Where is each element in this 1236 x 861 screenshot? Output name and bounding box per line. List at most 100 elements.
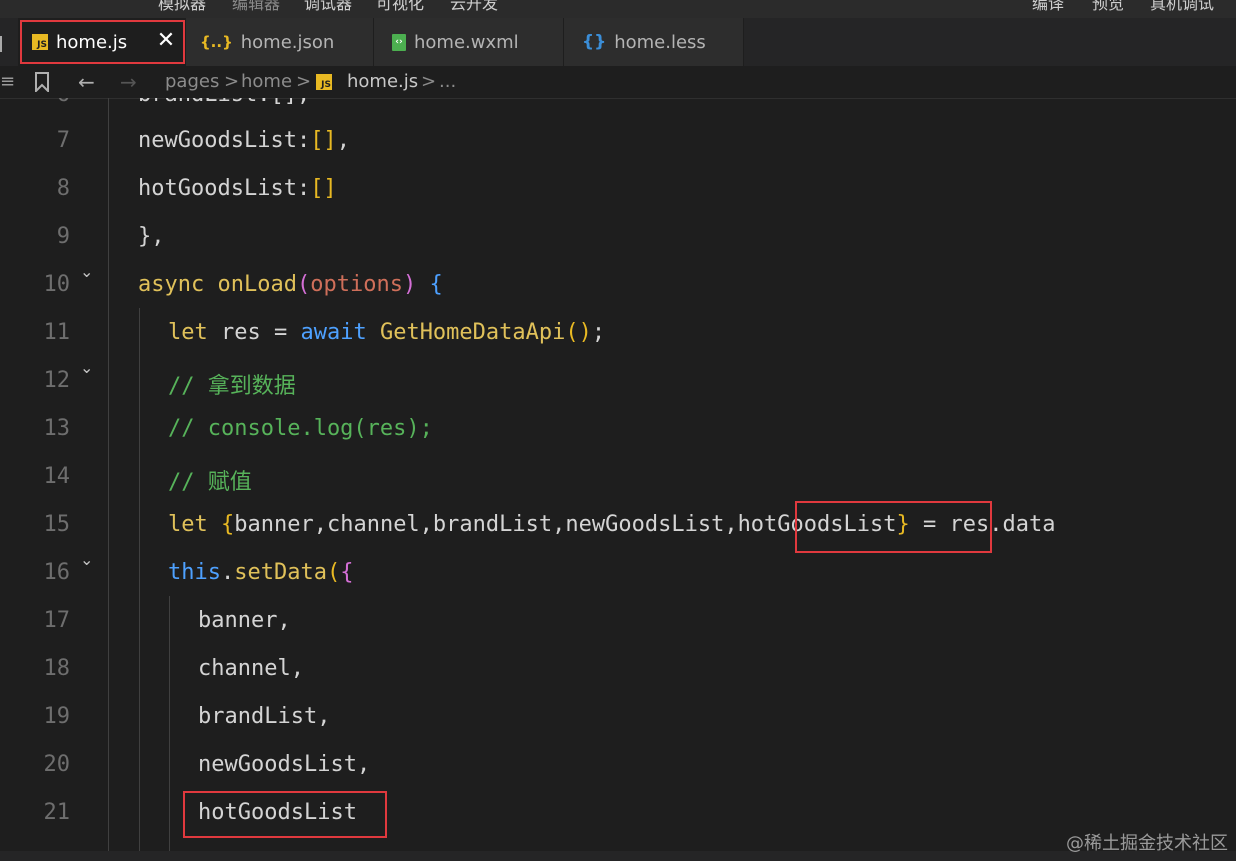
code-line-11: let res = await GetHomeDataApi(); (168, 320, 605, 345)
code-token: GetHomeDataApi (379, 320, 566, 345)
code-token: . (220, 560, 235, 585)
code-line-15: let {banner,channel,brandList,newGoodsLi… (168, 512, 1055, 537)
code-token: ( (296, 272, 311, 297)
code-line-20: newGoodsList, (198, 752, 371, 777)
line-number: 6 (0, 98, 70, 107)
code-token: { (340, 560, 354, 585)
menu-compile[interactable]: 编译 (1032, 0, 1064, 14)
code-line-16: this.setData({ (168, 560, 353, 585)
line-number: 18 (43, 656, 71, 681)
code-line-21: hotGoodsList (198, 800, 357, 825)
code-token: this (168, 560, 221, 585)
line-number: 10 (43, 272, 71, 297)
menu-lines-icon[interactable]: ≡ (0, 69, 15, 95)
breadcrumb-ellipsis[interactable]: ... (439, 69, 456, 95)
tab-label: home.less (614, 31, 706, 53)
breadcrumb-separator: > (421, 71, 437, 92)
tab-home-wxml[interactable]: ‹› home.wxml (374, 18, 564, 66)
code-token: [] (310, 176, 337, 201)
code-line-17: banner, (198, 608, 291, 633)
indent-guide (169, 596, 170, 861)
forward-arrow-icon[interactable]: → (120, 69, 137, 95)
fold-chevron-icon[interactable]: ⌄ (80, 550, 93, 569)
line-number: 8 (56, 176, 70, 201)
tab-label: home.json (240, 31, 335, 53)
line-number: 12 (43, 368, 71, 393)
tab-home-less[interactable]: {} home.less (564, 18, 744, 66)
tab-label: home.js (56, 31, 128, 53)
code-token: ) (402, 272, 417, 297)
less-braces-icon: {} (582, 32, 607, 52)
line-number: 13 (43, 416, 71, 441)
line-number: 19 (43, 704, 71, 729)
js-file-icon: JS (32, 34, 48, 50)
menu-debugger[interactable]: 调试器 (304, 0, 352, 14)
code-token: await (300, 320, 367, 345)
code-line-14: // 赋值 (168, 470, 252, 495)
code-token: res = (207, 320, 301, 345)
code-token: , (336, 128, 350, 153)
code-token: ; (591, 320, 606, 345)
code-token: let (168, 320, 208, 345)
code-editor[interactable]: 6 7 8 9 10 11 12 13 14 15 16 17 18 19 20… (0, 98, 1236, 861)
code-token: onLoad (217, 272, 297, 297)
code-line-8: hotGoodsList:[] (138, 176, 337, 201)
line-number: 9 (56, 224, 70, 249)
code-token: setData (234, 560, 327, 585)
fold-chevron-icon[interactable]: ⌄ (80, 262, 93, 281)
json-braces-icon: {..} (200, 33, 233, 51)
breadcrumb-file[interactable]: home.js (347, 69, 418, 95)
code-token: { (429, 272, 443, 297)
breadcrumb-home[interactable]: home (241, 69, 292, 95)
line-number: 7 (56, 128, 70, 153)
bookmark-icon[interactable] (34, 69, 50, 100)
line-number: 14 (43, 464, 71, 489)
line-number: 15 (43, 512, 71, 537)
code-line-9: }, (138, 224, 165, 249)
close-icon[interactable]: ✕ (155, 28, 177, 54)
code-line-19: brandList, (198, 704, 331, 729)
indent-guide (108, 98, 109, 861)
menu-preview[interactable]: 预览 (1092, 0, 1124, 14)
code-line-6: brandList:[], (138, 98, 310, 107)
code-token: ( (326, 560, 341, 585)
tab-home-js[interactable]: JS home.js ✕ (18, 18, 186, 66)
menu-cloud[interactable]: 云开发 (450, 0, 498, 14)
indent-guide (139, 308, 140, 861)
code-token: newGoodsList: (138, 128, 311, 153)
menu-visual[interactable]: 可视化 (376, 0, 424, 14)
code-token: hotGoodsList: (138, 176, 311, 201)
watermark: @稀土掘金技术社区 (1066, 833, 1228, 854)
menu-simulator[interactable]: 模拟器 (158, 0, 206, 14)
code-token: banner,channel,brandList,newGoodsList,ho… (234, 512, 897, 537)
code-token: let (168, 512, 208, 537)
back-arrow-icon[interactable]: ← (78, 69, 95, 95)
editor-toolbar: ≡ ← → pages > home > home.js > ... (0, 66, 1236, 99)
code-token: options (310, 272, 403, 297)
menu-real-device-debug[interactable]: 真机调试 (1150, 0, 1214, 14)
code-token: () (565, 320, 592, 345)
panel-toggle-icon[interactable] (0, 36, 8, 52)
code-token: { (221, 512, 235, 537)
fold-chevron-icon[interactable]: ⌄ (80, 358, 93, 377)
code-line-18: channel, (198, 656, 304, 681)
breadcrumb-separator: > (296, 71, 312, 92)
js-file-icon: JS (316, 74, 332, 90)
line-number: 16 (43, 560, 71, 585)
code-line-7: newGoodsList:[], (138, 128, 350, 153)
tab-home-json[interactable]: {..} home.json (186, 18, 374, 66)
editor-tab-bar: JS home.js ✕ {..} home.json ‹› home.wxml… (0, 18, 1236, 66)
code-line-12: // 拿到数据 (168, 374, 296, 399)
tab-label: home.wxml (414, 31, 519, 53)
code-token: } (896, 512, 910, 537)
line-number: 20 (43, 752, 71, 777)
code-token: [] (310, 128, 337, 153)
line-number: 21 (43, 800, 71, 825)
breadcrumb-pages[interactable]: pages (165, 69, 219, 95)
breadcrumb-separator: > (224, 71, 240, 92)
line-number: 11 (43, 320, 71, 345)
wxml-file-icon: ‹› (392, 33, 406, 51)
line-number: 17 (43, 608, 71, 633)
code-line-10: async onLoad(options) { (138, 272, 443, 297)
menu-editor[interactable]: 编辑器 (232, 0, 280, 14)
